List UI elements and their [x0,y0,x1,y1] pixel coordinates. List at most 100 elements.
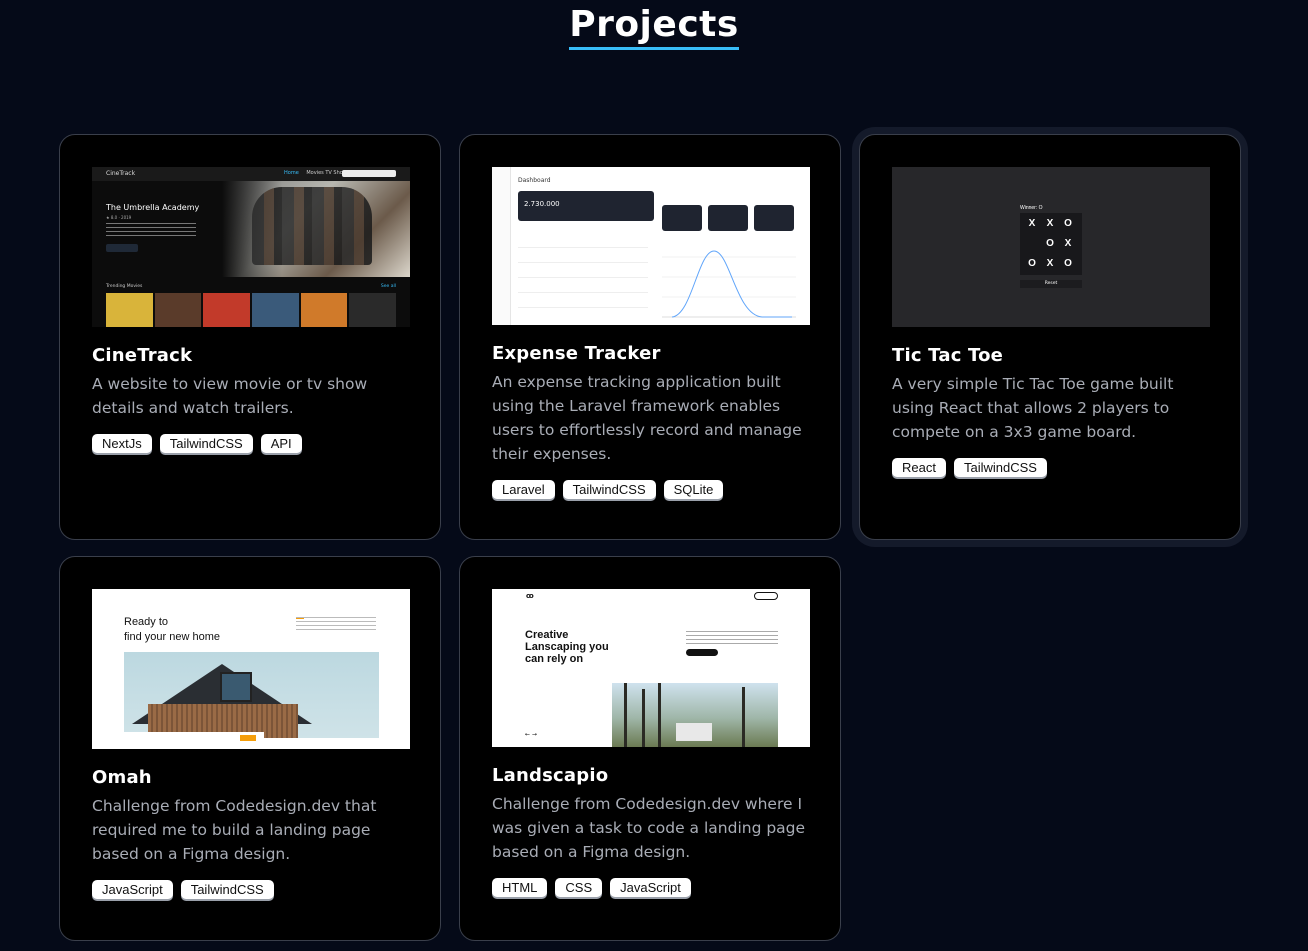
preview-poster [203,293,251,327]
preview-reset-button: Reset [1020,280,1082,288]
preview-balance: 2.730.000 [524,200,560,208]
board-cell: O [1046,238,1054,249]
preview-search-button [240,735,256,741]
preview-paragraph [686,631,778,645]
project-title: Expense Tracker [492,343,661,364]
preview-poster [300,293,348,327]
board-cell: O [1028,258,1036,269]
preview-heading: Dashboard [518,177,551,184]
preview-nav-links: Home Movies TV Shows [284,170,350,176]
preview-stat-card [662,205,702,231]
preview-transactions [518,233,648,321]
section-title: Projects [0,4,1308,50]
project-thumbnail[interactable]: ꝏ Creative Lanscaping you can rely on ← … [492,589,810,747]
project-description: An expense tracking application built us… [492,373,802,463]
preview-watch-button [106,244,138,252]
project-description: A very simple Tic Tac Toe game built usi… [892,375,1174,441]
preview-subtext [296,617,376,631]
preview-see-all: See all [380,284,396,289]
preview-poster [154,293,202,327]
house [676,723,712,741]
preview-heading-line: Ready to [124,616,169,628]
preview-heading: Ready to find your new home [124,615,220,645]
board-cell: X [1046,218,1054,229]
project-title: Omah [92,767,152,788]
preview-logo: CineTrack [106,170,136,177]
tree [742,687,745,747]
preview-cast-image [252,187,372,265]
project-description: A website to view movie or tv show detai… [92,375,368,417]
board-cell [1023,237,1041,251]
preview-stat-card [708,205,748,231]
preview-show-title: The Umbrella Academy [106,203,200,212]
project-thumbnail[interactable]: Winner: O X X O O X O X O Reset [892,167,1210,327]
preview-line-chart [662,250,796,318]
project-title: Landscapio [492,765,609,786]
preview-stat-card [754,205,794,231]
board-cell: X [1046,258,1054,269]
project-thumbnail[interactable]: Dashboard 2.730.000 [492,167,810,325]
preview-contact-button [754,592,778,600]
tree [624,683,627,747]
project-thumbnail[interactable]: CineTrack Home Movies TV Shows The Umbre… [92,167,410,327]
board-cell: O [1064,258,1072,269]
preview-cta-button [686,649,718,656]
preview-poster [349,293,397,327]
tag: Laravel [492,480,555,499]
project-card-expense-tracker[interactable]: Dashboard 2.730.000 Expense Tracker An e… [459,134,841,540]
tag-list: HTML CSS JavaScript [492,878,808,897]
project-description: Challenge from Codedesign.dev that requi… [92,797,377,863]
project-card-landscapio[interactable]: ꝏ Creative Lanscaping you can rely on ← … [459,556,841,941]
project-title: Tic Tac Toe [892,345,1004,366]
preview-posters [106,293,397,327]
tree [642,689,645,747]
project-card-omah[interactable]: Ready to find your new home Omah Challen… [59,556,441,941]
preview-nav-home: Home [284,170,299,176]
preview-logo: ꝏ [526,592,534,600]
board-cell: X [1064,238,1072,249]
preview-heading-line: find your new home [124,631,220,643]
section-title-text: Projects [569,4,739,50]
board-cell: X [1028,218,1036,229]
preview-arrows: ← → [525,731,537,738]
tag: React [892,458,946,477]
tag: CSS [555,878,603,897]
preview-landscape-photo [612,683,778,747]
tag: NextJs [92,434,152,453]
tag: TailwindCSS [562,480,656,499]
project-title: CineTrack [92,345,193,366]
tree [658,683,661,747]
tag-list: React TailwindCSS [892,458,1208,477]
preview-search [342,170,396,177]
tag: HTML [492,878,548,897]
preview-heading-line: Lanscaping you [525,641,609,653]
tag: TailwindCSS [159,434,253,453]
preview-heading-line: Creative [525,629,569,641]
project-card-cinetrack[interactable]: CineTrack Home Movies TV Shows The Umbre… [59,134,441,540]
project-description: Challenge from Codedesign.dev where I wa… [492,795,806,861]
tag-list: JavaScript TailwindCSS [92,880,408,899]
preview-heading-line: can rely on [525,653,584,665]
tag: JavaScript [92,880,173,899]
project-thumbnail[interactable]: Ready to find your new home [92,589,410,749]
preview-poster [252,293,299,327]
preview-poster [106,293,153,327]
preview-show-meta: ★ 8.0 · 2019 [106,215,132,220]
tag-list: Laravel TailwindCSS SQLite [492,480,808,499]
board-cell: O [1064,218,1072,229]
preview-winner-text: Winner: O [1020,205,1043,211]
tag-list: NextJs TailwindCSS API [92,434,408,453]
preview-sidebar [492,167,511,325]
tag: TailwindCSS [953,458,1047,477]
tag: API [260,434,302,453]
tag: SQLite [663,480,724,499]
preview-nav-movies: Movies [306,170,324,176]
preview-heading: Creative Lanscaping you can rely on [525,629,609,665]
tag: JavaScript [610,878,691,897]
tag: TailwindCSS [180,880,274,899]
preview-board-cells: X X O O X O X O [1023,217,1079,271]
project-card-tic-tac-toe[interactable]: Winner: O X X O O X O X O Reset Tic Tac … [859,134,1241,540]
preview-house-photo [124,652,379,738]
preview-balance-card: 2.730.000 [518,191,654,221]
preview-show-description [106,223,196,237]
